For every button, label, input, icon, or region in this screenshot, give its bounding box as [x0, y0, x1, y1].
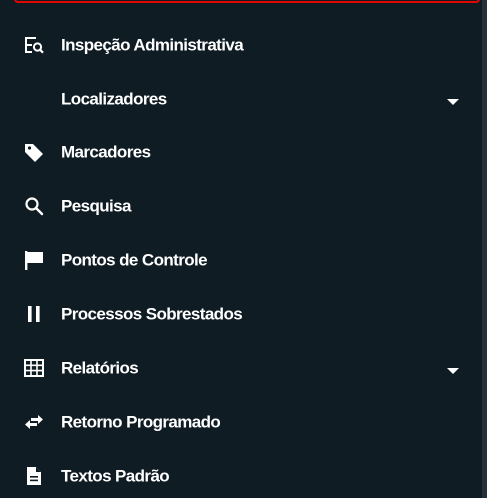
menu-item-label: Marcadores — [61, 142, 151, 162]
menu-item-label: Inspeção Administrativa — [61, 35, 244, 55]
menu-item-localizadores[interactable]: Localizadores — [0, 73, 482, 125]
menu-item-pontos-de-controle[interactable]: Pontos de Controle — [0, 233, 482, 287]
menu-item-label: Pesquisa — [61, 196, 131, 216]
tag-icon — [24, 142, 44, 162]
exchange-arrows-icon — [24, 412, 44, 432]
search-icon — [24, 196, 44, 216]
sidebar-menu-panel: Inspeção Administrativa Localizadores Ma… — [0, 0, 487, 498]
menu-item-label: Processos Sobrestados — [61, 304, 243, 324]
menu-item-marcadores[interactable]: Marcadores — [0, 125, 482, 179]
menu-item-textos-padrao[interactable]: Textos Padrão — [0, 449, 482, 498]
selected-item-highlight-border — [14, 0, 480, 3]
chevron-down-icon[interactable] — [446, 363, 460, 374]
menu-item-label: Textos Padrão — [61, 466, 170, 486]
sidebar-menu: Inspeção Administrativa Localizadores Ma… — [0, 17, 482, 498]
flag-icon — [24, 250, 44, 270]
menu-item-label: Relatórios — [61, 358, 139, 378]
menu-item-label: Retorno Programado — [61, 412, 221, 432]
menu-item-pesquisa[interactable]: Pesquisa — [0, 179, 482, 233]
menu-item-label: Localizadores — [61, 89, 167, 109]
menu-item-processos-sobrestados[interactable]: Processos Sobrestados — [0, 287, 482, 341]
menu-item-relatorios[interactable]: Relatórios — [0, 341, 482, 395]
chevron-down-icon[interactable] — [446, 94, 460, 105]
magnifier-list-icon — [24, 35, 44, 55]
menu-item-inspecao-administrativa[interactable]: Inspeção Administrativa — [0, 17, 482, 73]
scrollbar[interactable] — [482, 0, 487, 498]
table-grid-icon — [24, 358, 44, 378]
document-icon — [24, 466, 44, 486]
menu-item-retorno-programado[interactable]: Retorno Programado — [0, 395, 482, 449]
pause-icon — [24, 304, 44, 324]
menu-item-label: Pontos de Controle — [61, 250, 208, 270]
